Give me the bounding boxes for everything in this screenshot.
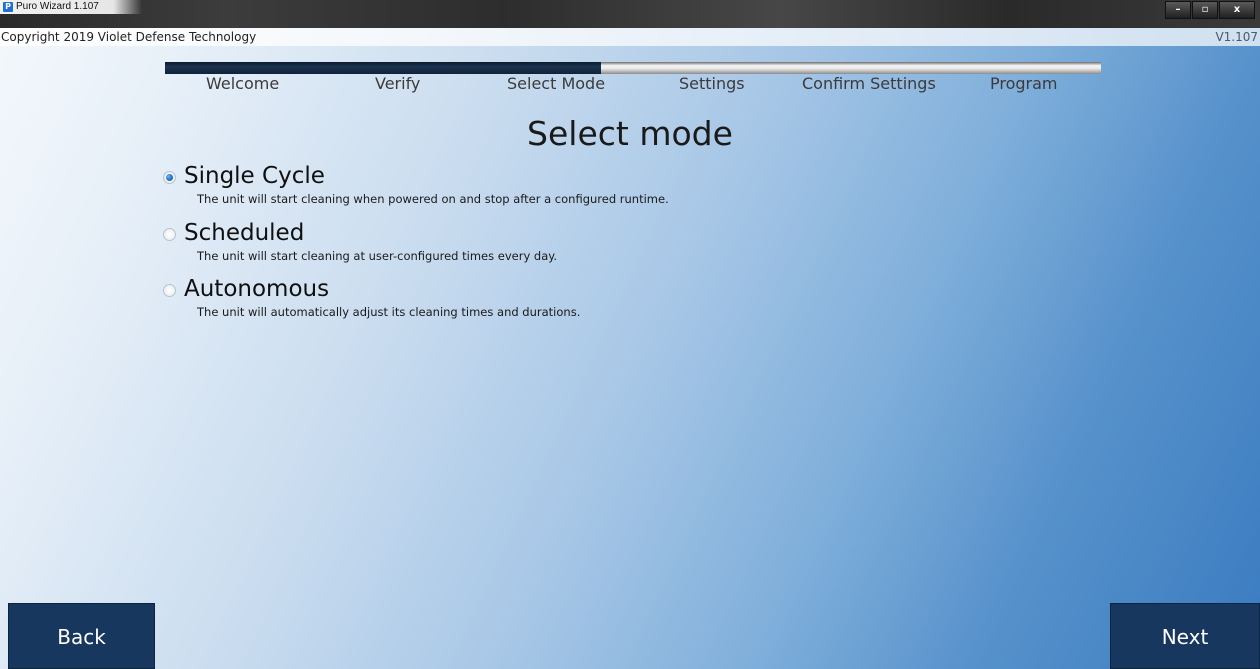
single-cycle-radio[interactable]	[163, 171, 176, 184]
page-title: Select mode	[527, 114, 733, 153]
step-program: Program	[990, 74, 1058, 93]
close-button[interactable]: x	[1219, 1, 1255, 19]
maximize-button[interactable]: ▫	[1192, 1, 1218, 19]
version-label: V1.107	[1215, 30, 1258, 44]
back-button[interactable]: Back	[8, 603, 155, 669]
minimize-button[interactable]: –	[1165, 1, 1191, 19]
single-cycle-description: The unit will start cleaning when powere…	[197, 192, 669, 206]
autonomous-label[interactable]: Autonomous	[184, 276, 329, 302]
step-select-mode: Select Mode	[507, 74, 606, 93]
title-tab: P Puro Wizard 1.107	[0, 0, 142, 14]
window-title: Puro Wizard 1.107	[16, 1, 99, 12]
copyright-text: Copyright 2019 Violet Defense Technology	[1, 30, 257, 44]
scheduled-label[interactable]: Scheduled	[184, 220, 304, 246]
single-cycle-label[interactable]: Single Cycle	[184, 163, 325, 189]
window-controls: – ▫ x	[1165, 1, 1255, 19]
autonomous-description: The unit will automatically adjust its c…	[197, 305, 581, 319]
scheduled-description: The unit will start cleaning at user-con…	[197, 249, 558, 263]
title-bar: P Puro Wizard 1.107 – ▫ x	[0, 0, 1260, 30]
step-welcome: Welcome	[206, 74, 280, 93]
step-settings: Settings	[679, 74, 745, 93]
step-verify: Verify	[375, 74, 421, 93]
wizard-progress-fill	[165, 62, 602, 74]
puro-p-icon: P	[3, 2, 13, 12]
step-confirm-settings: Confirm Settings	[802, 74, 936, 93]
wizard-steps: Welcome Verify Select Mode Settings Conf…	[170, 74, 1100, 96]
wizard-progress-bar	[165, 62, 1101, 74]
wizard-window: P Puro Wizard 1.107 – ▫ x Copyright 2019…	[0, 0, 1260, 669]
autonomous-radio[interactable]	[163, 284, 176, 297]
next-button[interactable]: Next	[1110, 603, 1260, 669]
scheduled-radio[interactable]	[163, 228, 176, 241]
